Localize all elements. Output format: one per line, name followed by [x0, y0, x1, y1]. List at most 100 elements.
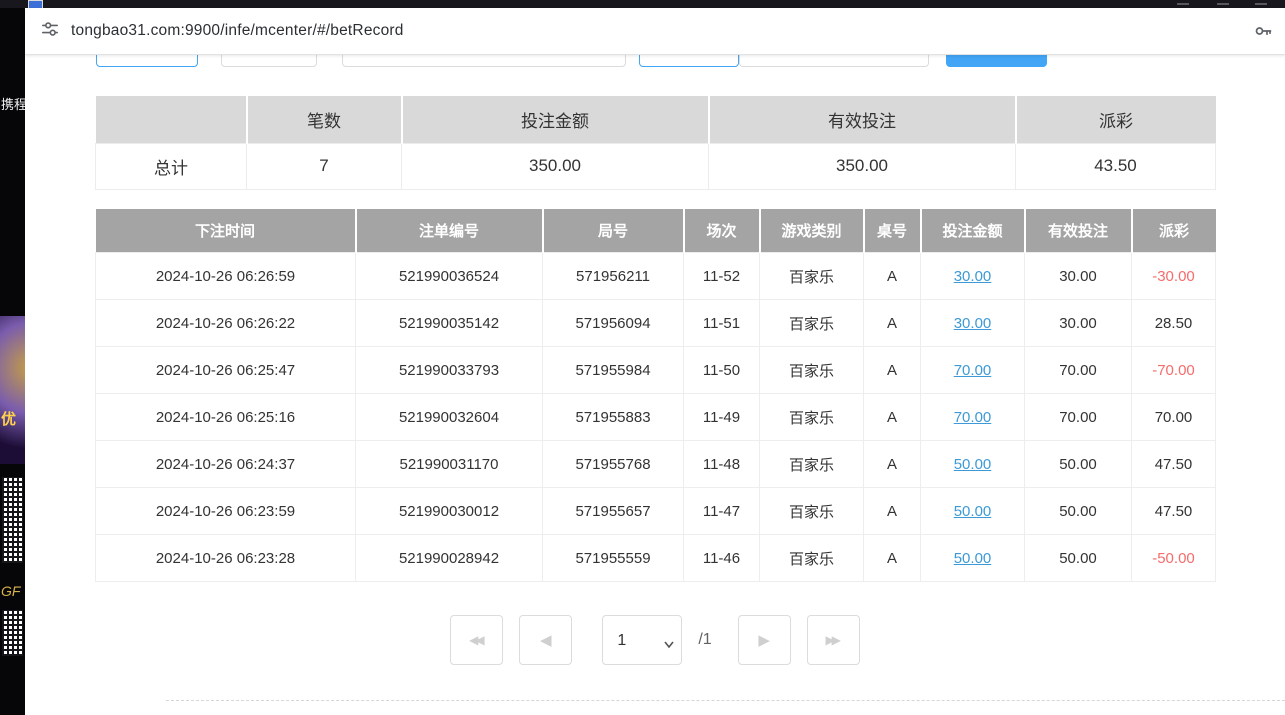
order-no-cell: 521990032604 — [356, 394, 543, 441]
col-bet-amount: 投注金额 — [921, 209, 1025, 253]
right-arrow-icon: ▶ — [758, 631, 770, 649]
session-cell: 11-47 — [684, 488, 760, 535]
game-type-cell: 百家乐 — [760, 441, 864, 488]
search-button[interactable] — [946, 55, 1047, 67]
summary-col-count: 笔数 — [247, 96, 402, 143]
game-type-cell: 百家乐 — [760, 253, 864, 300]
bet-amount-link[interactable]: 70.00 — [954, 409, 992, 426]
payout-cell: 28.50 — [1132, 300, 1216, 347]
bet-amount-cell: 30.00 — [921, 300, 1025, 347]
last-page-button[interactable]: ▶▶ — [807, 615, 860, 665]
order-no-cell: 521990036524 — [356, 253, 543, 300]
bet-amount-cell: 50.00 — [921, 535, 1025, 582]
password-key-icon[interactable] — [1253, 21, 1273, 46]
bet-amount-link[interactable]: 50.00 — [954, 503, 992, 520]
game-type-cell: 百家乐 — [760, 488, 864, 535]
window-controls[interactable] — [1177, 3, 1267, 5]
filter-select-1[interactable] — [739, 55, 831, 67]
summary-col-bet-amount: 投注金额 — [402, 96, 709, 143]
page-select[interactable]: 1 — [602, 615, 682, 665]
valid-bet-cell: 30.00 — [1025, 300, 1132, 347]
site-settings-icon[interactable] — [41, 20, 59, 43]
col-round-no: 局号 — [543, 209, 684, 253]
section-divider — [166, 700, 1285, 701]
valid-bet-cell: 30.00 — [1025, 253, 1132, 300]
col-table-no: 桌号 — [864, 209, 921, 253]
date-select[interactable] — [639, 55, 739, 67]
background-qr-code — [2, 477, 23, 563]
filter-controls-row — [95, 55, 1215, 67]
table-no-cell: A — [864, 535, 921, 582]
table-no-cell: A — [864, 488, 921, 535]
game-type-cell: 百家乐 — [760, 394, 864, 441]
filter-tab-button-active[interactable] — [96, 55, 198, 67]
bet-amount-cell: 70.00 — [921, 394, 1025, 441]
order-no-cell: 521990033793 — [356, 347, 543, 394]
bet-record-row: 2024-10-26 06:25:16 521990032604 5719558… — [96, 394, 1216, 441]
first-page-button[interactable]: ◀◀ — [450, 615, 503, 665]
round-no-cell: 571956211 — [543, 253, 684, 300]
url-text[interactable]: tongbao31.com:9900/infe/mcenter/#/betRec… — [71, 22, 404, 40]
order-no-cell: 521990035142 — [356, 300, 543, 347]
bet-record-table: 下注时间 注单编号 局号 场次 游戏类别 桌号 投注金额 有效投注 派彩 202… — [95, 209, 1216, 583]
bet-amount-link[interactable]: 30.00 — [954, 268, 992, 285]
payout-cell: -70.00 — [1132, 347, 1216, 394]
valid-bet-cell: 70.00 — [1025, 394, 1132, 441]
table-no-cell: A — [864, 441, 921, 488]
browser-url-bar[interactable]: tongbao31.com:9900/infe/mcenter/#/betRec… — [25, 8, 1285, 55]
bet-record-row: 2024-10-26 06:23:28 521990028942 5719555… — [96, 535, 1216, 582]
order-no-cell: 521990028942 — [356, 535, 543, 582]
bet-amount-link[interactable]: 30.00 — [954, 315, 992, 332]
summary-total-label: 总计 — [96, 143, 247, 189]
col-valid-bet: 有效投注 — [1025, 209, 1132, 253]
valid-bet-cell: 70.00 — [1025, 347, 1132, 394]
bet-amount-link[interactable]: 50.00 — [954, 456, 992, 473]
summary-col-payout: 派彩 — [1016, 96, 1216, 143]
game-type-cell: 百家乐 — [760, 300, 864, 347]
background-qr-code — [2, 610, 23, 656]
background-page-strip: 携程 优 GF — [0, 8, 25, 715]
bet-record-row: 2024-10-26 06:23:59 521990030012 5719556… — [96, 488, 1216, 535]
summary-header-row: 笔数 投注金额 有效投注 派彩 — [96, 96, 1216, 143]
bet-amount-link[interactable]: 50.00 — [954, 550, 992, 567]
round-no-cell: 571955883 — [543, 394, 684, 441]
table-no-cell: A — [864, 300, 921, 347]
background-banner-image — [0, 316, 25, 464]
bet-record-page: 笔数 投注金额 有效投注 派彩 总计 7 350.00 350.00 43.50 — [25, 55, 1285, 715]
col-game-type: 游戏类别 — [760, 209, 864, 253]
session-cell: 11-46 — [684, 535, 760, 582]
browser-titlebar — [0, 0, 1285, 8]
col-payout: 派彩 — [1132, 209, 1216, 253]
valid-bet-cell: 50.00 — [1025, 488, 1132, 535]
bet-amount-link[interactable]: 70.00 — [954, 362, 992, 379]
search-input[interactable] — [342, 55, 626, 67]
summary-total-valid-bet: 350.00 — [709, 143, 1016, 189]
bet-amount-cell: 70.00 — [921, 347, 1025, 394]
filter-tab-button[interactable] — [221, 55, 317, 67]
round-no-cell: 571955657 — [543, 488, 684, 535]
browser-tab-favicon — [28, 0, 43, 8]
table-no-cell: A — [864, 253, 921, 300]
bet-time-cell: 2024-10-26 06:24:37 — [96, 441, 356, 488]
bet-time-cell: 2024-10-26 06:25:16 — [96, 394, 356, 441]
round-no-cell: 571955559 — [543, 535, 684, 582]
prev-page-button[interactable]: ◀ — [519, 615, 572, 665]
bet-time-cell: 2024-10-26 06:23:59 — [96, 488, 356, 535]
payout-cell: -50.00 — [1132, 535, 1216, 582]
payout-cell: -30.00 — [1132, 253, 1216, 300]
left-arrow-icon: ◀ — [540, 631, 552, 649]
bet-amount-cell: 30.00 — [921, 253, 1025, 300]
round-no-cell: 571956094 — [543, 300, 684, 347]
session-cell: 11-50 — [684, 347, 760, 394]
filter-select-2[interactable] — [830, 55, 929, 67]
col-order-no: 注单编号 — [356, 209, 543, 253]
summary-total-count: 7 — [247, 143, 402, 189]
session-cell: 11-51 — [684, 300, 760, 347]
pagination: ◀◀ ◀ 1 /1 ▶ ▶▶ — [95, 615, 1215, 665]
payout-cell: 47.50 — [1132, 441, 1216, 488]
bet-record-row: 2024-10-26 06:24:37 521990031170 5719557… — [96, 441, 1216, 488]
double-left-arrow-icon: ◀◀ — [469, 633, 484, 647]
double-right-arrow-icon: ▶▶ — [825, 633, 840, 647]
table-no-cell: A — [864, 394, 921, 441]
next-page-button[interactable]: ▶ — [738, 615, 791, 665]
